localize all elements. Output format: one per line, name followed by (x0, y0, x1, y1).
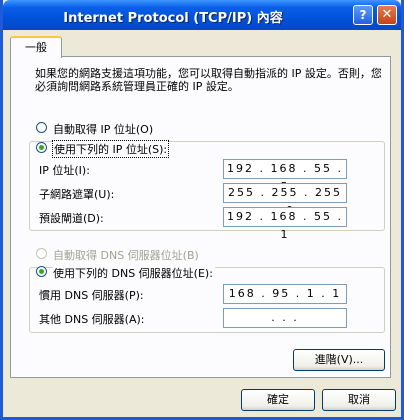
tcpip-properties-dialog: Internet Protocol (TCP/IP) 內容 ? ✕ 一般 如果您… (0, 0, 404, 420)
close-button[interactable]: ✕ (377, 5, 397, 25)
subnet-mask-field[interactable]: 255 . 255 . 255 . 0 (223, 183, 347, 217)
ip-address-label: IP 位址(I): (39, 164, 90, 177)
default-gateway-label: 預設閘道(D): (39, 212, 104, 225)
radio-auto-ip[interactable] (36, 122, 47, 133)
auto-ip-label[interactable]: 自動取得 IP 位址(O) (53, 121, 153, 137)
description-text: 如果您的網路支援這項功能，您可以取得自動指派的 IP 設定。否則，您必須詢問網路… (35, 67, 382, 93)
help-button[interactable]: ? (353, 5, 373, 25)
radio-auto-dns (36, 248, 47, 259)
advanced-button[interactable]: 進階(V)... (293, 349, 385, 371)
title-bar[interactable]: Internet Protocol (TCP/IP) 內容 ? ✕ (3, 0, 401, 30)
preferred-dns-field[interactable]: 168 . 95 . 1 . 1 (223, 284, 347, 304)
window-title: Internet Protocol (TCP/IP) 內容 (63, 11, 283, 26)
radio-manual-dns[interactable] (36, 266, 47, 277)
manual-dns-label[interactable]: 使用下列的 DNS 伺服器位址(E): (53, 265, 215, 281)
auto-dns-label: 自動取得 DNS 伺服器位址(B) (53, 249, 199, 262)
default-gateway-field[interactable]: 192 . 168 . 55 . 1 (223, 207, 347, 241)
alternate-dns-label: 其他 DNS 伺服器(A): (39, 313, 145, 326)
radio-manual-ip[interactable] (36, 142, 47, 153)
tab-general[interactable]: 一般 (10, 36, 62, 58)
ok-button[interactable]: 確定 (241, 389, 315, 411)
preferred-dns-label: 慣用 DNS 伺服器(P): (39, 289, 144, 302)
subnet-mask-label: 子網路遮罩(U): (39, 188, 115, 201)
ip-address-field[interactable]: 192 . 168 . 55 . 5 (223, 159, 347, 193)
alternate-dns-field[interactable]: . . . (223, 308, 347, 328)
manual-ip-label[interactable]: 使用下列的 IP 位址(S): (52, 140, 170, 158)
general-tab-panel: 如果您的網路支援這項功能，您可以取得自動指派的 IP 設定。否則，您必須詢問網路… (10, 56, 391, 378)
cancel-button[interactable]: 取消 (322, 389, 396, 411)
